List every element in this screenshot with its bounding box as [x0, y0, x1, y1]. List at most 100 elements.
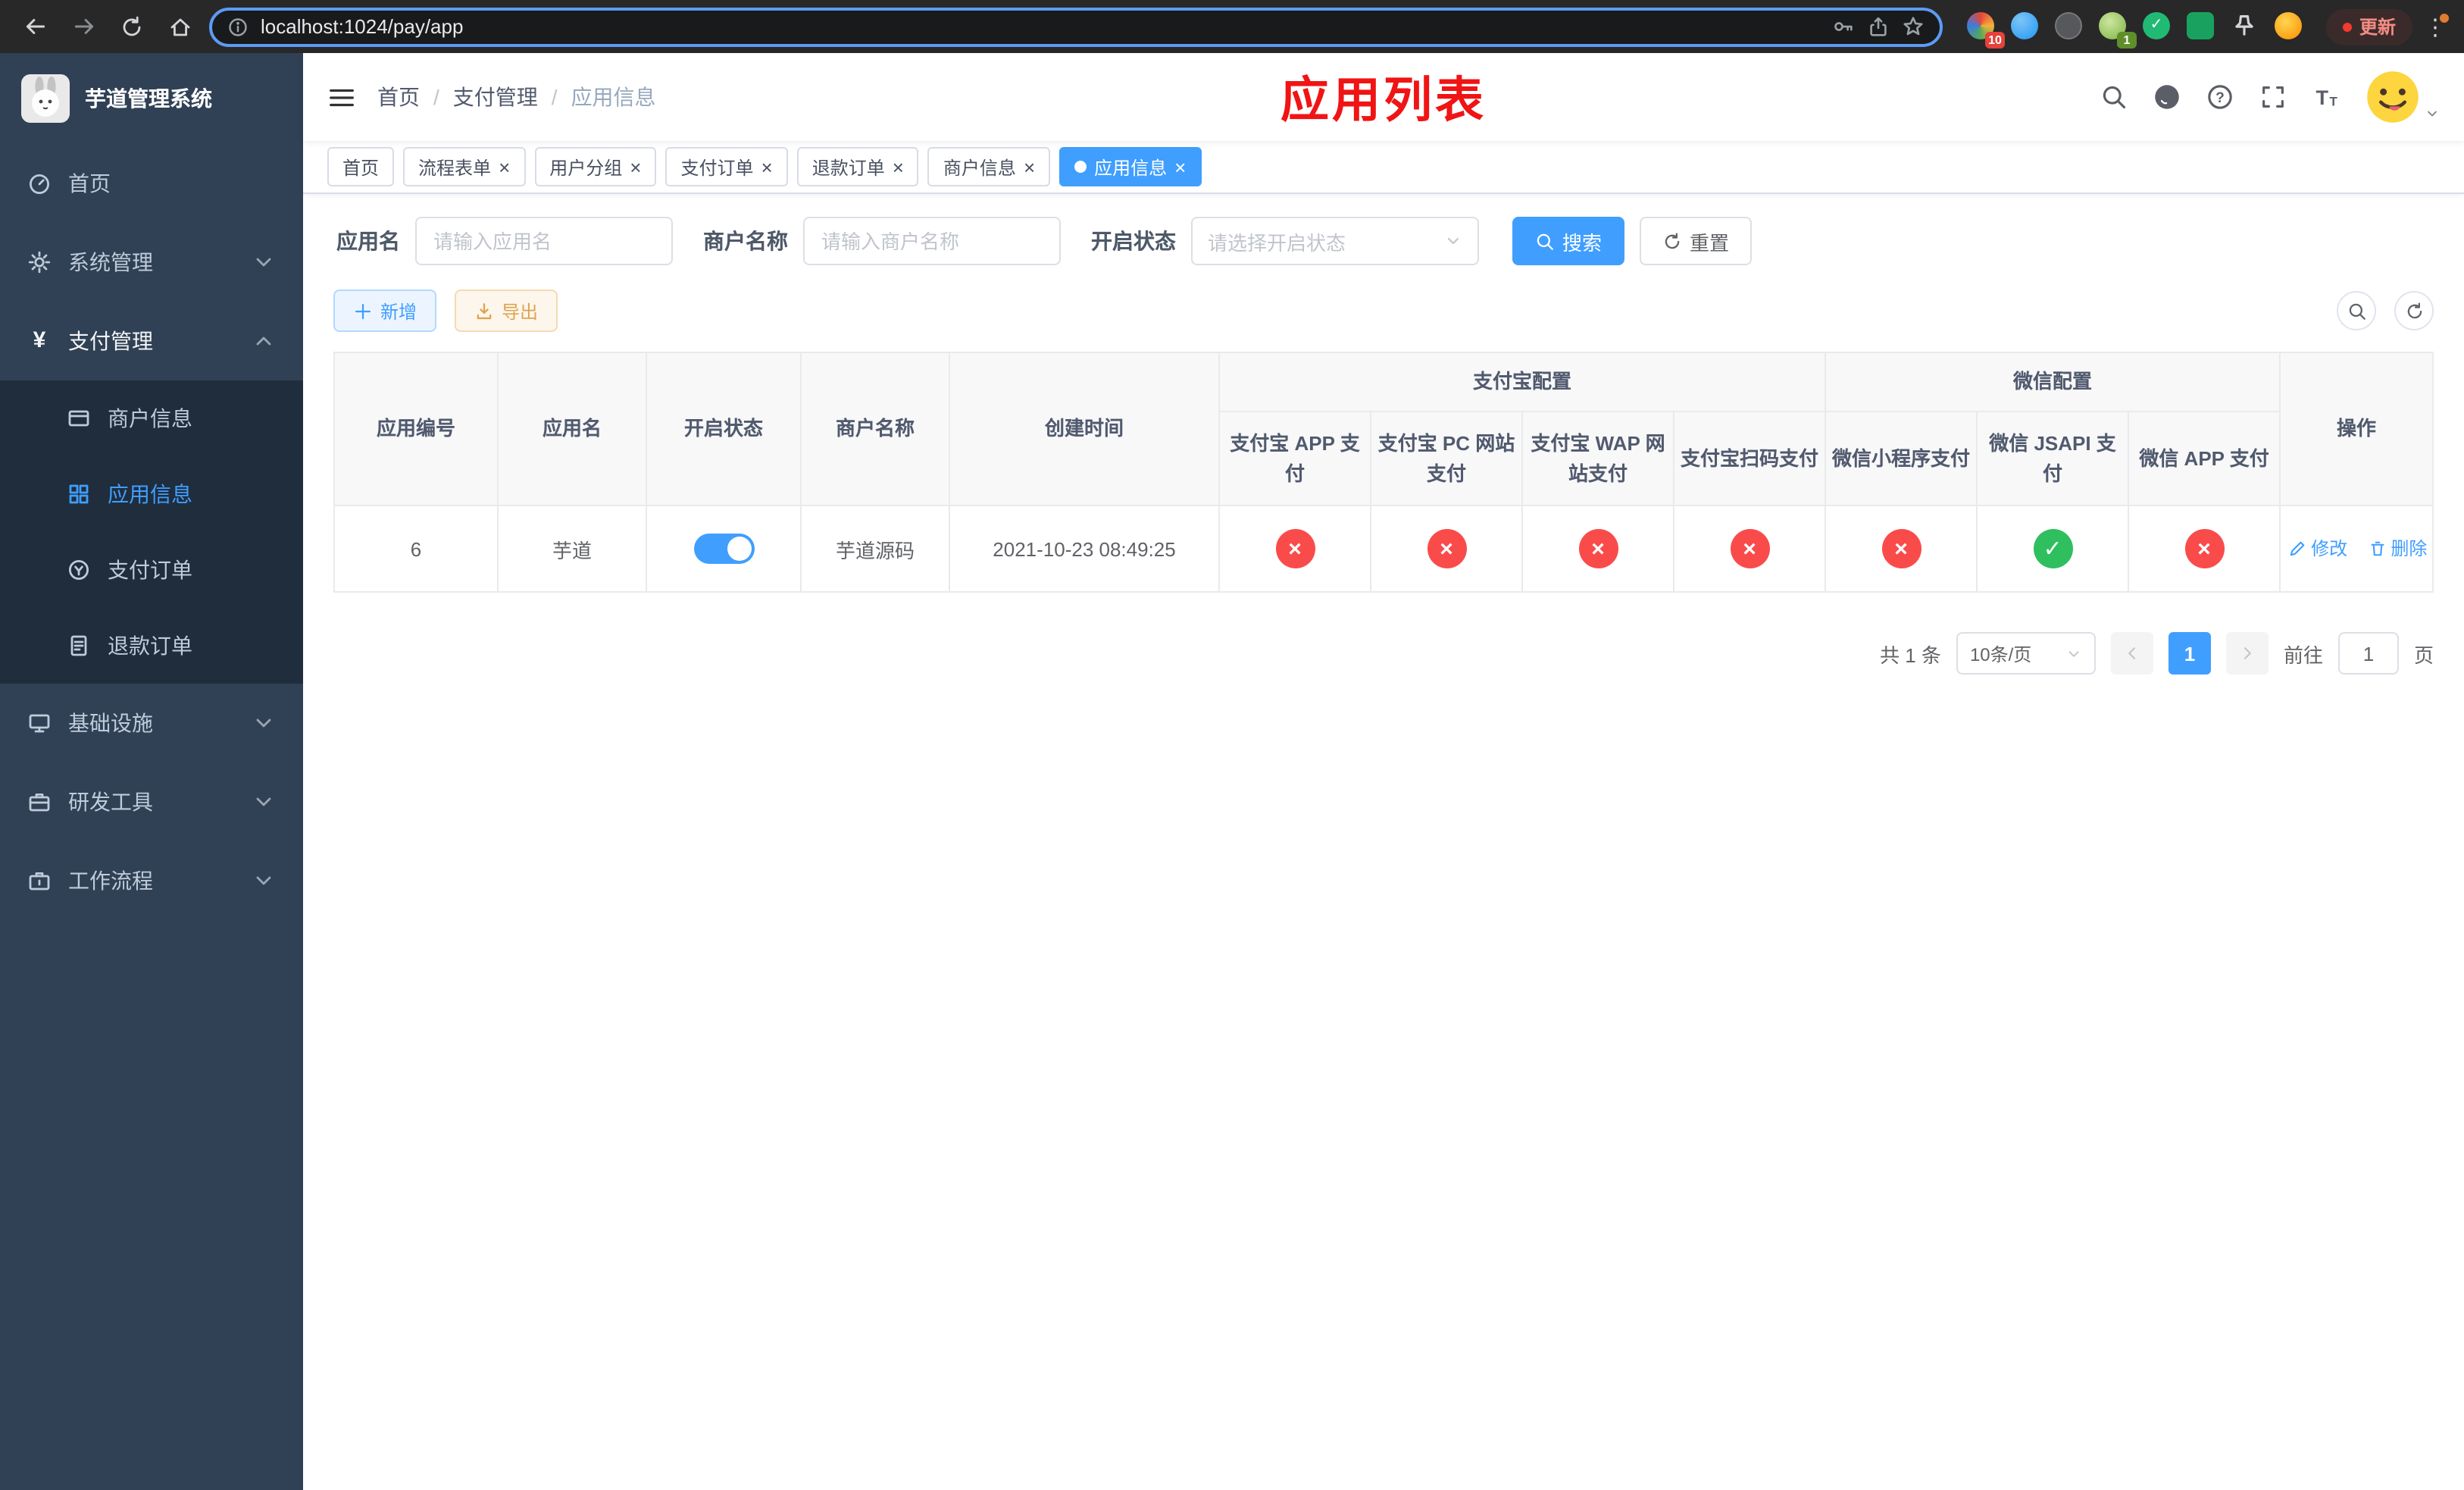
info-icon [229, 17, 247, 36]
top-navbar: 首页 支付管理 应用信息 应用列表 ? TT [303, 53, 2464, 141]
search-icon[interactable] [2100, 83, 2128, 111]
bookmark-star-icon[interactable] [1902, 15, 1925, 38]
page-size-select[interactable]: 10条/页 [1956, 632, 2096, 675]
merchant-name-input[interactable] [803, 217, 1061, 265]
tab-home[interactable]: 首页 [327, 147, 395, 186]
page-number-1[interactable]: 1 [2168, 632, 2211, 675]
close-icon[interactable]: × [893, 157, 904, 177]
svg-text:T: T [2316, 86, 2329, 109]
goto-page-input[interactable] [2337, 632, 2399, 675]
grid-icon [69, 484, 89, 504]
sidebar-item-dev-tools[interactable]: 研发工具 [0, 762, 303, 841]
search-button[interactable]: 搜索 [1512, 217, 1625, 265]
app-name-input[interactable] [415, 217, 673, 265]
extensions-pin-icon[interactable] [2231, 11, 2261, 42]
reload-icon[interactable] [112, 7, 152, 46]
col-header-merchant: 商户名称 [800, 351, 950, 507]
goto-suffix: 页 [2413, 643, 2434, 667]
col-header-action: 操作 [2279, 351, 2434, 507]
sidebar-item-app-info[interactable]: 应用信息 [0, 456, 303, 532]
enabled-switch[interactable] [693, 534, 754, 565]
alipay-pc-status-icon: × [1427, 529, 1466, 569]
alipay-wap-status-icon: × [1578, 529, 1618, 569]
prev-page-button[interactable] [2110, 632, 2153, 675]
forward-icon[interactable] [64, 7, 103, 46]
coin-icon [68, 559, 89, 581]
status-select[interactable]: 请选择开启状态 [1191, 217, 1479, 265]
tab-merchant-info[interactable]: 商户信息 × [927, 147, 1051, 186]
col-header-id: 应用编号 [333, 351, 499, 507]
sidebar-item-system[interactable]: 系统管理 [0, 223, 303, 302]
breadcrumb: 首页 支付管理 应用信息 [377, 82, 656, 112]
table-row: 6 芋道 芋道源码 2021-10-23 08:49:25 × × × × × … [333, 505, 2434, 593]
total-count: 共 1 条 [1880, 643, 1941, 667]
fullscreen-icon[interactable] [2259, 83, 2287, 111]
col-header-status: 开启状态 [646, 351, 802, 507]
user-avatar[interactable] [2366, 70, 2440, 124]
font-size-icon[interactable]: TT [2312, 83, 2340, 111]
sidebar-item-merchant-info[interactable]: 商户信息 [0, 380, 303, 456]
refresh-icon [2406, 302, 2422, 318]
next-page-button[interactable] [2225, 632, 2269, 675]
close-icon[interactable]: × [761, 157, 773, 177]
extension-green-square-icon[interactable] [2186, 11, 2217, 42]
breadcrumb-payment[interactable]: 支付管理 [453, 82, 538, 112]
hamburger-icon[interactable] [327, 83, 356, 111]
toggle-search-button[interactable] [2337, 291, 2376, 330]
tags-view-bar: 首页 流程表单 × 用户分组 × 支付订单 × 退款订单 × 商户信息 × 应用信息 × [303, 141, 2464, 194]
delete-link[interactable]: 删除 [2368, 536, 2427, 562]
sidebar-item-home[interactable]: 首页 [0, 144, 303, 223]
group-header-alipay: 支付宝配置 [1218, 351, 1827, 413]
help-icon[interactable]: ? [2206, 83, 2234, 111]
tab-user-group[interactable]: 用户分组 × [534, 147, 657, 186]
close-icon[interactable]: × [630, 157, 641, 177]
tab-pay-orders[interactable]: 支付订单 × [665, 147, 788, 186]
tab-refund-orders[interactable]: 退款订单 × [796, 147, 919, 186]
close-icon[interactable]: × [499, 157, 510, 177]
home-icon[interactable] [161, 7, 200, 46]
extension-green-avatar-icon[interactable]: 1 [2098, 11, 2137, 48]
sidebar-item-payment[interactable]: ¥ 支付管理 [0, 302, 303, 380]
browser-menu-icon[interactable]: ⋮ [2422, 13, 2449, 40]
extension-vue-devtools-icon[interactable]: ✓ [2142, 11, 2173, 42]
chevron-down-icon [2068, 650, 2079, 656]
alipay-qr-status-icon: × [1730, 529, 1769, 569]
sidebar: 芋道管理系统 首页 系统管理 ¥ 支付管理 商户信息 应用信息 支付订单 退款订… [0, 53, 303, 1490]
tab-process-form[interactable]: 流程表单 × [403, 147, 526, 186]
toolbox-icon [29, 794, 50, 812]
github-icon[interactable] [2153, 83, 2181, 111]
chevron-down-icon [256, 258, 271, 267]
password-key-icon[interactable] [1832, 15, 1855, 38]
sidebar-item-pay-orders[interactable]: 支付订单 [0, 532, 303, 608]
update-button[interactable]: 更新 [2325, 8, 2412, 45]
close-icon[interactable]: × [1024, 157, 1035, 177]
url-text: localhost:1024/pay/app [261, 15, 464, 38]
extension-colorful-icon[interactable]: 10 [1966, 11, 2005, 48]
wx-app-status-icon: × [2184, 529, 2225, 569]
export-button[interactable]: 导出 [455, 290, 558, 332]
close-icon[interactable]: × [1174, 157, 1186, 177]
cell-status [646, 505, 802, 593]
extension-blue-drop-icon[interactable] [2010, 11, 2041, 42]
sidebar-item-infrastructure[interactable]: 基础设施 [0, 684, 303, 762]
tab-app-info[interactable]: 应用信息 × [1059, 147, 1202, 186]
sidebar-item-workflow[interactable]: 工作流程 [0, 841, 303, 920]
merchant-name-label: 商户名称 [703, 229, 788, 253]
share-icon[interactable] [1867, 15, 1890, 38]
add-button[interactable]: 新增 [333, 290, 437, 332]
sidebar-item-refund-orders[interactable]: 退款订单 [0, 608, 303, 684]
chevron-left-icon [2128, 647, 2135, 660]
status-label: 开启状态 [1091, 229, 1176, 253]
document-icon [70, 635, 87, 656]
logo[interactable]: 芋道管理系统 [0, 53, 303, 144]
reset-button[interactable]: 重置 [1640, 217, 1753, 265]
edit-link[interactable]: 修改 [2288, 536, 2347, 562]
app-table: 应用编号 应用名 开启状态 商户名称 创建时间 支付宝配置 微信配置 操作 支付… [333, 351, 2434, 593]
extension-dark-icon[interactable] [2054, 11, 2085, 42]
breadcrumb-home[interactable]: 首页 [377, 82, 420, 112]
gear-icon [28, 251, 51, 274]
extension-face-icon[interactable] [2274, 11, 2305, 42]
address-bar[interactable]: localhost:1024/pay/app [209, 7, 1943, 46]
refresh-table-button[interactable] [2394, 291, 2434, 330]
back-icon[interactable] [15, 7, 55, 46]
